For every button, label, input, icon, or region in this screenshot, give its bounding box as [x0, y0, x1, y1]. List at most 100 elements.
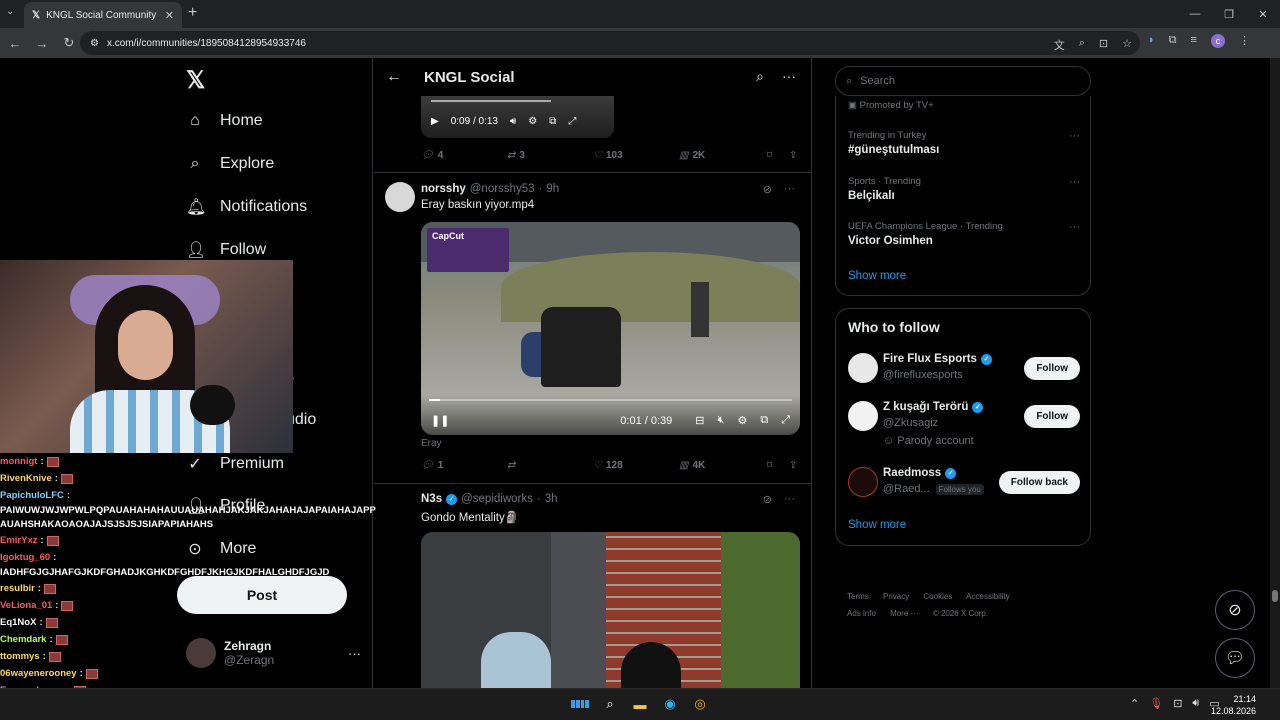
avatar[interactable]: [385, 182, 415, 212]
reply-button[interactable]: 💬︎ 4: [421, 150, 507, 161]
tab-search-chevron-icon[interactable]: ⌄: [6, 6, 14, 17]
back-arrow-icon[interactable]: ←: [386, 68, 402, 86]
repost-button[interactable]: ⇄ 3: [507, 150, 593, 161]
pip-icon[interactable]: ⧉: [760, 414, 768, 427]
footer-link[interactable]: Accessibility: [966, 592, 1010, 601]
search-icon[interactable]: ⌕: [601, 695, 619, 713]
video-progress[interactable]: [431, 100, 551, 102]
more-dots-icon[interactable]: ···: [1069, 221, 1080, 233]
kebab-menu-icon[interactable]: ⋮: [1239, 34, 1250, 48]
file-explorer-icon[interactable]: ▬: [631, 695, 649, 713]
forward-icon[interactable]: →: [30, 31, 54, 55]
new-tab-icon[interactable]: +: [188, 4, 197, 22]
nav-follow[interactable]: 👤︎ Follow: [186, 240, 266, 260]
search-input[interactable]: ⌕ Search: [835, 66, 1091, 96]
puzzle-icon[interactable]: ⧉: [1169, 34, 1177, 48]
nav-home[interactable]: ⌂ Home: [186, 112, 263, 130]
profile-avatar-icon[interactable]: c: [1210, 34, 1225, 48]
footer-link[interactable]: Privacy: [883, 592, 909, 601]
trend-item[interactable]: Sports · Trending Belçikalı ···: [848, 176, 1080, 202]
system-clock[interactable]: 21:14 12.08.2026: [1208, 693, 1256, 717]
chat-username[interactable]: PapichuloLFC: [0, 487, 64, 504]
captions-icon[interactable]: ⊟: [695, 414, 704, 427]
grok-icon[interactable]: ⊘: [763, 493, 772, 506]
more-dots-icon[interactable]: ···: [1069, 130, 1080, 142]
follow-button[interactable]: Follow: [1024, 405, 1080, 428]
edge-icon[interactable]: ◉: [661, 695, 679, 713]
volume-icon[interactable]: 🔊︎: [510, 116, 516, 127]
chat-username[interactable]: VeLiona_01: [0, 597, 52, 614]
share-icon[interactable]: ⇪: [789, 460, 797, 471]
close-window-icon[interactable]: ✕: [1246, 0, 1280, 28]
extension-icon[interactable]: ◗: [1148, 34, 1155, 48]
zoom-icon[interactable]: ⌕: [1079, 37, 1085, 53]
more-dots-icon[interactable]: ···: [1069, 176, 1080, 188]
chat-username[interactable]: Chemdark: [0, 631, 46, 648]
bookmark-icon[interactable]: ⌑: [767, 150, 789, 161]
settings-icon[interactable]: ⚙: [528, 116, 537, 127]
grok-icon[interactable]: ⊘: [763, 183, 772, 196]
video-player-previous[interactable]: ▶ 0:09 / 0:13 🔊︎ ⚙ ⧉ ⤢: [421, 96, 614, 138]
chat-username[interactable]: monnigt: [0, 453, 37, 470]
back-icon[interactable]: ←: [3, 31, 27, 55]
pause-icon[interactable]: ❚❚: [431, 414, 449, 427]
browser-tab[interactable]: 𝕏 KNGL Social Community / X ✕: [24, 2, 182, 28]
video-player[interactable]: CapCut ❚❚ 0:01 / 0:39 ⊟ 🔇︎ ⚙ ⧉ ⤢: [421, 222, 800, 435]
grok-fab-icon[interactable]: ⊘: [1215, 590, 1255, 630]
fullscreen-icon[interactable]: ⤢: [568, 116, 576, 127]
tweet-author-name[interactable]: norsshy: [421, 183, 466, 195]
chat-username[interactable]: resulbir: [0, 580, 35, 597]
chat-username[interactable]: Igoktug_60: [0, 549, 50, 566]
footer-link[interactable]: More ···: [890, 609, 918, 618]
chat-username[interactable]: Eq1NoX: [0, 614, 36, 631]
footer-link[interactable]: Ads info: [847, 609, 876, 618]
volume-icon[interactable]: 🔊︎: [1192, 697, 1199, 710]
sidebar-icon[interactable]: ≡: [1191, 34, 1197, 48]
show-more-trends-link[interactable]: Show more: [848, 270, 906, 282]
bookmark-icon[interactable]: ⌑: [767, 460, 789, 471]
play-icon[interactable]: ▶: [431, 116, 439, 127]
scrollbar-thumb[interactable]: [1272, 590, 1278, 602]
tweet-author-handle[interactable]: @norsshy53: [470, 183, 535, 195]
microphone-icon[interactable]: 🎙︎: [1149, 697, 1163, 710]
tweet-time[interactable]: 3h: [545, 493, 558, 505]
install-app-icon[interactable]: ⊡: [1099, 37, 1108, 53]
views-button[interactable]: ▥ 4K: [679, 460, 767, 471]
translate-icon[interactable]: 文: [1054, 37, 1065, 53]
follow-button[interactable]: Follow: [1024, 357, 1080, 380]
tweet-author-name[interactable]: N3s: [421, 493, 442, 505]
trend-item[interactable]: UEFA Champions League · Trending Victor …: [848, 221, 1080, 247]
reply-button[interactable]: 💬︎ 1: [421, 460, 507, 471]
chat-username[interactable]: ttommys: [0, 648, 40, 665]
like-button[interactable]: ♡ 128: [593, 460, 679, 471]
more-dots-icon[interactable]: ···: [784, 183, 795, 196]
windows-start-icon[interactable]: [571, 695, 589, 713]
bookmark-star-icon[interactable]: ☆: [1122, 37, 1132, 53]
messages-fab-icon[interactable]: 💬︎: [1215, 638, 1255, 678]
tab-close-icon[interactable]: ✕: [165, 9, 174, 22]
tweet-time[interactable]: 9h: [546, 183, 559, 195]
repost-button[interactable]: ⇄: [507, 460, 593, 471]
minimize-icon[interactable]: —: [1178, 0, 1212, 28]
tweet-media[interactable]: [421, 532, 800, 688]
more-dots-icon[interactable]: ···: [784, 493, 795, 506]
tweet-author-handle[interactable]: @sepidiworks: [461, 493, 533, 505]
share-icon[interactable]: ⇪: [789, 150, 797, 161]
footer-link[interactable]: Terms: [847, 592, 869, 601]
views-button[interactable]: ▥ 2K: [679, 150, 767, 161]
chat-username[interactable]: 06wayenerooney: [0, 665, 77, 682]
nav-explore[interactable]: ⌕ Explore: [186, 155, 275, 173]
follow-back-button[interactable]: Follow back: [998, 471, 1080, 494]
pip-icon[interactable]: ⧉: [549, 116, 556, 127]
show-more-follow-link[interactable]: Show more: [848, 519, 906, 531]
address-bar[interactable]: ⚙ x.com/i/communities/189508412895493374…: [80, 31, 1140, 55]
more-dots-icon[interactable]: ···: [782, 68, 796, 85]
video-progress[interactable]: [429, 399, 792, 401]
chrome-icon[interactable]: ◎: [691, 695, 709, 713]
chat-username[interactable]: RivenKnive: [0, 470, 52, 487]
fullscreen-icon[interactable]: ⤢: [781, 414, 790, 427]
reload-icon[interactable]: ↻: [57, 31, 81, 55]
x-logo-icon[interactable]: 𝕏: [186, 66, 205, 95]
search-icon[interactable]: ⌕: [756, 68, 764, 85]
network-icon[interactable]: ⊡: [1173, 697, 1182, 710]
